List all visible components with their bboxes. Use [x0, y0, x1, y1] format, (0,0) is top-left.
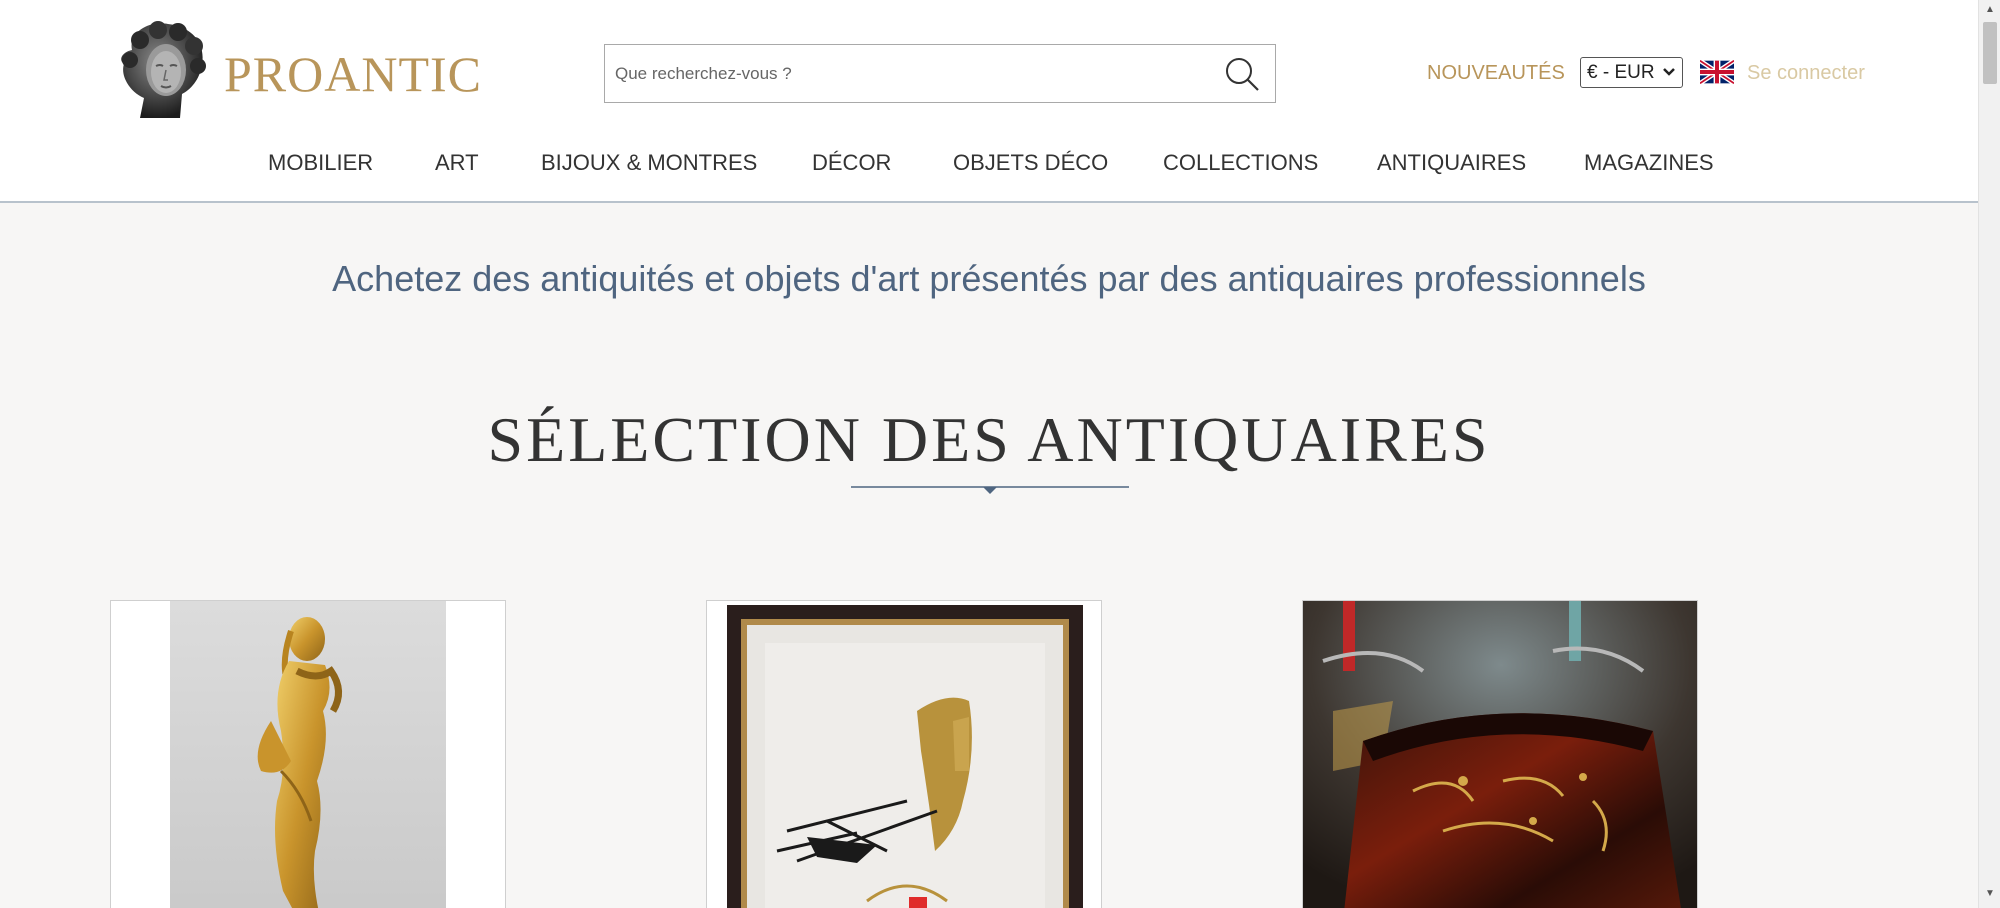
- logo-wordmark[interactable]: PROANTIC: [224, 44, 482, 104]
- logo-bust-icon[interactable]: [110, 20, 210, 122]
- nav-item-magazines[interactable]: MAGAZINES: [1584, 145, 1714, 181]
- search-input[interactable]: [615, 57, 1175, 91]
- product-card-1[interactable]: [110, 600, 506, 908]
- search-button[interactable]: [1223, 55, 1261, 93]
- product-image-abstract-painting: [707, 601, 1101, 908]
- new-arrivals-link[interactable]: NOUVEAUTÉS: [1427, 58, 1565, 88]
- uk-flag-icon[interactable]: [1700, 60, 1734, 84]
- scroll-thumb[interactable]: [1983, 22, 1997, 84]
- main-nav: MOBILIER ART BIJOUX & MONTRES DÉCOR OBJE…: [0, 145, 1978, 185]
- tagline: Achetez des antiquités et objets d'art p…: [332, 258, 1646, 299]
- product-card-3[interactable]: [1302, 600, 1698, 908]
- scroll-up-arrow[interactable]: ▲: [1985, 4, 1995, 15]
- nav-item-decor[interactable]: DÉCOR: [812, 145, 891, 181]
- scroll-down-arrow[interactable]: ▼: [1985, 888, 1995, 899]
- nav-item-bijoux-montres[interactable]: BIJOUX & MONTRES: [541, 145, 757, 181]
- page-scrollbar[interactable]: ▲ ▼: [1978, 0, 2000, 908]
- nav-item-art[interactable]: ART: [435, 145, 479, 181]
- login-link[interactable]: Se connecter: [1747, 58, 1865, 88]
- product-image-bronze-statue: [111, 601, 505, 908]
- nav-item-collections[interactable]: COLLECTIONS: [1163, 145, 1318, 181]
- nav-item-mobilier[interactable]: MOBILIER: [268, 145, 373, 181]
- currency-select[interactable]: € - EUR: [1580, 57, 1683, 88]
- nav-item-objets-deco[interactable]: OBJETS DÉCO: [953, 145, 1108, 181]
- search-box: [604, 44, 1276, 103]
- section-title: SÉLECTION DES ANTIQUAIRES: [487, 404, 1491, 475]
- product-image-lacquer-box: [1303, 601, 1697, 908]
- currency-value: € - EUR: [1587, 62, 1655, 83]
- chevron-down-icon: [1663, 68, 1675, 76]
- nav-item-antiquaires[interactable]: ANTIQUAIRES: [1377, 145, 1526, 181]
- site-header: PROANTIC NOUVEAUTÉS € - EUR Se connecter…: [0, 0, 1978, 203]
- title-divider: [851, 486, 1129, 494]
- product-card-2[interactable]: [706, 600, 1102, 908]
- search-icon: [1226, 58, 1259, 91]
